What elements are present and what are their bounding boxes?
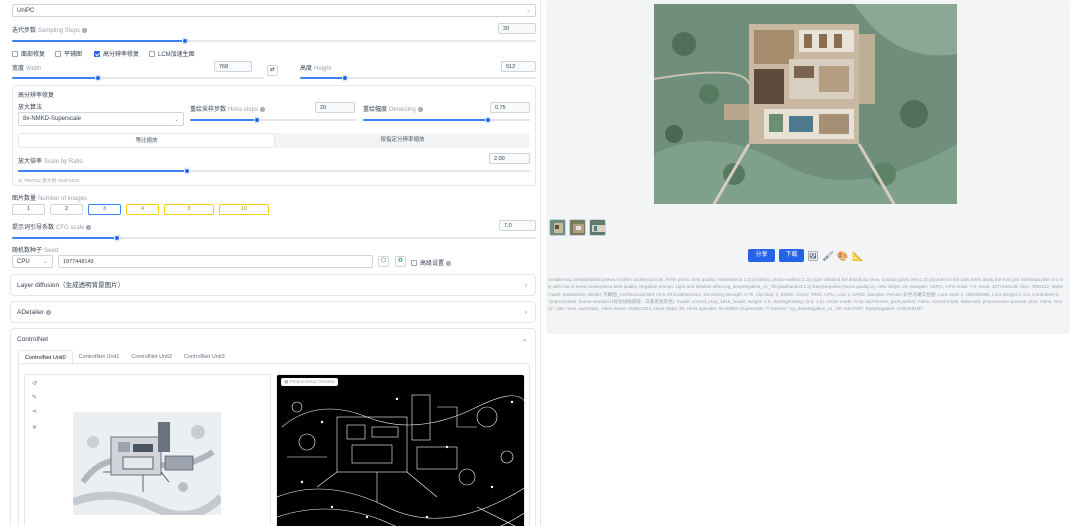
lineart-image (277, 387, 524, 526)
batch-option-2[interactable]: 2 (50, 204, 83, 215)
close-icon[interactable]: ✕ (29, 424, 40, 435)
checkbox-lcm[interactable] (149, 51, 155, 58)
checkbox-hires-fix[interactable] (94, 51, 100, 58)
info-icon: ? (417, 106, 423, 112)
scale-label: 放大倍率 Scale by Ratio (18, 159, 83, 165)
generated-image[interactable] (654, 4, 957, 204)
scale-input[interactable]: 2.00 (489, 153, 530, 164)
preview-label: ▣ Preprocessor Preview (281, 378, 338, 386)
scale-mode-resolution[interactable]: 按指定分辨率缩放 (275, 133, 530, 148)
scale-slider[interactable] (18, 168, 530, 174)
dice-icon[interactable]: ⬡ (378, 256, 389, 267)
scale-mode-ratio[interactable]: 等比缩放 (18, 133, 275, 148)
cfg-slider[interactable] (12, 235, 536, 241)
info-icon: ? (86, 224, 92, 230)
batch-option-4[interactable]: 4 (126, 204, 159, 215)
width-slider[interactable] (12, 75, 264, 81)
batch-option-8[interactable]: 8 (164, 204, 214, 215)
width-input[interactable]: 768 (214, 61, 252, 72)
hires-steps-input[interactable]: 20 (315, 102, 355, 113)
batch-label: 图片数量 Number of images (12, 196, 88, 202)
chevron-down-icon: ⌄ (173, 116, 179, 123)
control-image-canvas[interactable]: ↺ ✎ ⋖ ✕ (24, 374, 271, 526)
checkbox-tiling[interactable] (55, 51, 61, 58)
scale-size-hint: 从 768*512 放大到 1536*1024 (18, 178, 80, 183)
image-icon[interactable]: 🖼 (807, 250, 819, 262)
chevron-right-icon: › (525, 310, 527, 316)
info-icon: ? (260, 106, 266, 112)
settings-panel: UniPC ⌄ 迭代步数 Sampling Steps? 20 面部修复 平铺图 … (0, 0, 541, 526)
denoise-input[interactable]: 0.75 (490, 102, 530, 113)
option-hires-fix[interactable]: 高分辨率修复 (94, 49, 139, 58)
height-input[interactable]: 512 (501, 61, 536, 72)
option-lcm[interactable]: LCM加速生图 (149, 49, 195, 58)
height-slider[interactable] (300, 75, 536, 81)
thumbnail-2[interactable] (569, 219, 586, 236)
thumbnail-3[interactable] (589, 219, 606, 236)
seed-label: 随机数种子 Seed (12, 248, 59, 254)
seed-device-select[interactable]: CPU ⌄ (12, 255, 53, 268)
width-label: 宽度 Width (12, 66, 42, 72)
advanced-settings[interactable]: 高级设置? (411, 258, 452, 267)
accordion-layer-diffusion[interactable]: Layer diffusion（生成透明背景图片） › (10, 274, 536, 296)
palette-icon[interactable]: 🎨 (837, 250, 849, 262)
hires-title: 高分辨率修复 (18, 93, 55, 99)
preprocessor-preview: ▣ Preprocessor Preview (276, 374, 525, 526)
batch-option-10[interactable]: 10 (219, 204, 269, 215)
chevron-right-icon: › (525, 283, 527, 289)
checkbox-face-restore[interactable] (12, 51, 18, 58)
thumbnail-1[interactable] (549, 219, 566, 236)
batch-option-1[interactable]: 1 (12, 204, 45, 215)
seed-input[interactable]: 1977448149 (58, 255, 373, 268)
edit-icon[interactable]: ✎ (29, 394, 40, 405)
batch-option-3[interactable]: 3 (88, 204, 121, 215)
share-button[interactable]: 分享 (748, 249, 775, 262)
control-image (73, 412, 221, 515)
steps-input[interactable]: 20 (498, 23, 536, 34)
ruler-icon[interactable]: 📐 (852, 250, 864, 262)
info-icon: ? (45, 309, 51, 315)
undo-icon[interactable]: ↺ (29, 380, 40, 391)
info-icon: ? (446, 260, 452, 266)
share-icon[interactable]: ⋖ (29, 408, 40, 419)
option-face-restore[interactable]: 面部修复 (12, 49, 45, 58)
recycle-icon[interactable]: ♻ (395, 256, 406, 267)
upscaler-label: 放大算法 (18, 105, 43, 111)
steps-label: 迭代步数 Sampling Steps? (12, 27, 88, 34)
hires-steps-label: 重绘采样步数 Hires steps? (190, 106, 266, 113)
chevron-down-icon: ⌄ (525, 8, 531, 14)
accordion-adetailer[interactable]: ADetailer? › (10, 301, 536, 323)
brush-icon[interactable]: 🖌 (822, 250, 834, 262)
swap-dimensions-button[interactable]: ⇄ (267, 65, 278, 76)
generation-parameters: aerialtemap,aerialdetailed,anews,modern … (548, 277, 1064, 312)
denoise-slider[interactable] (363, 117, 530, 123)
option-tiling[interactable]: 平铺图 (55, 49, 82, 58)
download-button[interactable]: 下载 (779, 249, 804, 262)
scale-mode-segmented: 等比缩放 按指定分辨率缩放 (18, 133, 530, 148)
checkbox-advanced[interactable] (411, 260, 417, 267)
cfg-input[interactable]: 7.0 (499, 220, 536, 231)
denoise-label: 重绘幅度 Denoising? (363, 106, 423, 113)
hires-steps-slider[interactable] (190, 117, 357, 123)
steps-slider[interactable] (12, 38, 536, 44)
info-icon: ? (82, 27, 88, 33)
cfg-label: 提示词引导系数 CFG scale? (12, 224, 92, 231)
chevron-down-icon: ⌄ (521, 337, 527, 343)
sampler-select[interactable]: UniPC ⌄ (12, 4, 536, 17)
height-label: 高度 Height (300, 66, 332, 72)
chevron-down-icon: ⌄ (42, 259, 48, 265)
upscaler-select[interactable]: 8x-NMKD-Superscale ⌄ (18, 112, 184, 126)
